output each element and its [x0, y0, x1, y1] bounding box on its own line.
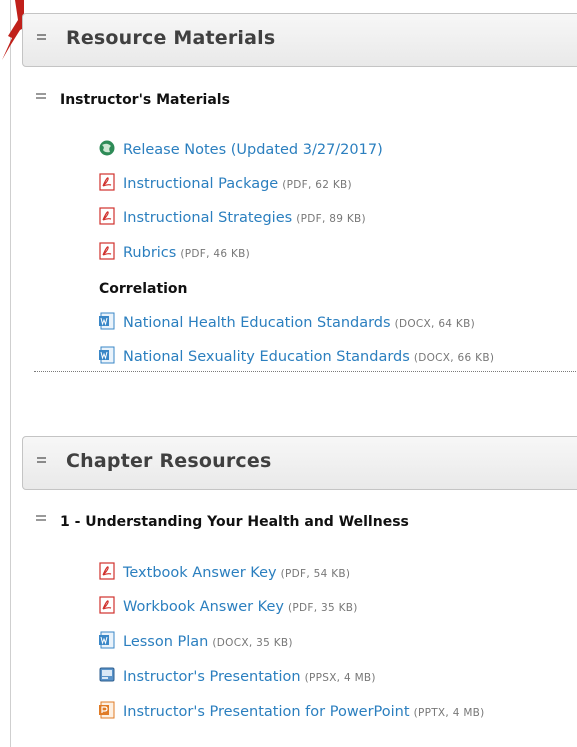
list-item: Instructional Strategies (PDF, 89 KB): [98, 207, 366, 229]
file-meta: (PDF, 54 KB): [280, 568, 351, 580]
section-title: Resource Materials: [66, 27, 276, 49]
word-doc-icon: [98, 631, 116, 649]
group-label-correlation: Correlation: [99, 281, 188, 297]
national-sexuality-standards-link[interactable]: National Sexuality Education Standards: [123, 349, 410, 365]
word-doc-icon: [98, 312, 116, 330]
workbook-answer-key-link[interactable]: Workbook Answer Key: [123, 599, 284, 615]
file-meta: (DOCX, 64 KB): [394, 318, 476, 330]
file-meta: (PPSX, 4 MB): [304, 672, 376, 684]
instructional-strategies-link[interactable]: Instructional Strategies: [123, 210, 292, 226]
rubrics-link[interactable]: Rubrics: [123, 245, 176, 261]
slideshow-icon: [98, 666, 116, 684]
list-item: Workbook Answer Key (PDF, 35 KB): [98, 596, 358, 618]
file-meta: (DOCX, 35 KB): [212, 637, 293, 649]
list-item: Release Notes (Updated 3/27/2017): [98, 139, 383, 161]
textbook-answer-key-link[interactable]: Textbook Answer Key: [123, 565, 277, 581]
instructors-presentation-powerpoint-link[interactable]: Instructor's Presentation for PowerPoint: [123, 704, 410, 720]
list-item: Textbook Answer Key (PDF, 54 KB): [98, 562, 351, 584]
list-item: Instructor's Presentation (PPSX, 4 MB): [98, 666, 376, 688]
instructors-presentation-link[interactable]: Instructor's Presentation: [123, 669, 301, 685]
pdf-icon: [98, 242, 116, 260]
collapse-icon[interactable]: [37, 457, 49, 469]
section-header-chapter-resources[interactable]: Chapter Resources: [22, 436, 577, 490]
list-item: Instructional Package (PDF, 62 KB): [98, 173, 352, 195]
file-meta: (PPTX, 4 MB): [413, 707, 485, 719]
list-item: National Health Education Standards (DOCX…: [98, 312, 476, 334]
red-arrow-pointer: [2, 0, 24, 60]
lesson-plan-link[interactable]: Lesson Plan: [123, 634, 208, 650]
release-notes-link[interactable]: Release Notes (Updated 3/27/2017): [123, 142, 383, 158]
section-header-resource-materials[interactable]: Resource Materials: [22, 13, 577, 67]
left-border: [10, 0, 11, 747]
subsection-title: 1 - Understanding Your Health and Wellne…: [60, 514, 409, 530]
list-item: Lesson Plan (DOCX, 35 KB): [98, 631, 293, 653]
instructional-package-link[interactable]: Instructional Package: [123, 176, 278, 192]
pdf-icon: [98, 596, 116, 614]
collapse-icon[interactable]: [36, 93, 46, 103]
pdf-icon: [98, 562, 116, 580]
file-meta: (DOCX, 66 KB): [413, 352, 495, 364]
file-meta: (PDF, 62 KB): [282, 179, 352, 191]
pdf-icon: [98, 207, 116, 225]
collapse-icon[interactable]: [36, 515, 46, 525]
subsection-header-chapter-1[interactable]: 1 - Understanding Your Health and Wellne…: [36, 514, 409, 530]
list-item: Instructor's Presentation for PowerPoint…: [98, 701, 485, 723]
powerpoint-icon: [98, 701, 116, 719]
section-title: Chapter Resources: [66, 450, 272, 472]
word-doc-icon: [98, 346, 116, 364]
collapse-icon[interactable]: [37, 34, 49, 46]
file-meta: (PDF, 35 KB): [287, 602, 358, 614]
section-divider: [34, 371, 577, 372]
national-health-standards-link[interactable]: National Health Education Standards: [123, 315, 391, 331]
list-item: National Sexuality Education Standards (D…: [98, 346, 495, 368]
file-meta: (PDF, 89 KB): [296, 213, 366, 225]
list-item: Rubrics (PDF, 46 KB): [98, 242, 251, 264]
file-meta: (PDF, 46 KB): [180, 248, 251, 260]
subsection-title: Instructor's Materials: [60, 92, 230, 108]
pdf-icon: [98, 173, 116, 191]
subsection-header-instructors-materials[interactable]: Instructor's Materials: [36, 92, 230, 108]
web-link-icon: [98, 139, 116, 157]
